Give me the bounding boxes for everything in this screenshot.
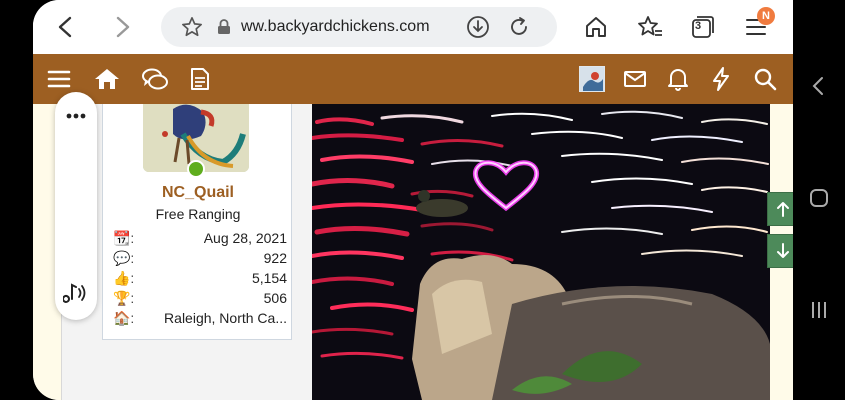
- nav-recents-icon[interactable]: [809, 300, 829, 325]
- hamburger-menu-icon[interactable]: [44, 64, 74, 94]
- bell-icon[interactable]: [663, 64, 693, 94]
- scroll-down-button[interactable]: [767, 234, 793, 268]
- envelope-icon[interactable]: [620, 64, 650, 94]
- tabs-icon[interactable]: 3: [686, 10, 720, 44]
- user-title: Free Ranging: [155, 206, 241, 222]
- favorites-icon[interactable]: [633, 10, 667, 44]
- nav-home-icon[interactable]: [809, 188, 829, 213]
- scroll-up-button[interactable]: [767, 192, 793, 226]
- lightning-icon[interactable]: [706, 64, 736, 94]
- stat-points: 🏆: 506: [113, 290, 287, 310]
- floating-tools-bar: [55, 92, 97, 320]
- nav-back-icon[interactable]: [811, 76, 825, 101]
- browser-toolbar: ww.backyardchickens.com 3 N: [33, 0, 793, 54]
- location-icon: 🏠:: [113, 310, 135, 326]
- download-icon[interactable]: [466, 15, 490, 44]
- online-status-dot: [187, 160, 205, 178]
- back-icon[interactable]: [49, 10, 83, 44]
- arrow-down-icon: [777, 243, 789, 258]
- calendar-icon: 📆:: [113, 230, 135, 246]
- stat-value: 5,154: [251, 270, 287, 286]
- avatar[interactable]: [579, 66, 605, 92]
- stat-messages: 💬: 922: [113, 250, 287, 270]
- tab-count: 3: [695, 20, 702, 32]
- notification-badge: N: [757, 7, 775, 25]
- stat-joined: 📆: Aug 28, 2021: [113, 230, 287, 250]
- username-link[interactable]: NC_Quail: [103, 184, 293, 202]
- home-icon[interactable]: [92, 64, 122, 94]
- url-text[interactable]: ww.backyardchickens.com: [241, 18, 430, 36]
- search-icon[interactable]: [750, 64, 780, 94]
- home-icon[interactable]: [579, 10, 613, 44]
- document-icon[interactable]: [185, 64, 215, 94]
- bookmark-star-icon[interactable]: [181, 16, 203, 43]
- post-container: NC_Quail Free Ranging 📆: Aug 28, 2021 💬:…: [61, 104, 793, 400]
- lock-icon: [217, 19, 231, 40]
- screen: ww.backyardchickens.com 3 N NC_Quail Fre…: [0, 0, 845, 400]
- menu-icon[interactable]: N: [739, 7, 775, 44]
- system-navigation-bar: [793, 0, 845, 400]
- trophy-icon: 🏆:: [113, 290, 135, 306]
- stat-value: Aug 28, 2021: [203, 230, 287, 246]
- stat-location: 🏠: Raleigh, North Ca...: [113, 310, 287, 330]
- user-card: NC_Quail Free Ranging 📆: Aug 28, 2021 💬:…: [102, 104, 292, 340]
- browser-window: ww.backyardchickens.com 3 N NC_Quail Fre…: [33, 0, 793, 400]
- stat-value: Raleigh, North Ca...: [164, 310, 287, 326]
- stat-reactions: 👍: 5,154: [113, 270, 287, 290]
- read-aloud-icon[interactable]: [62, 282, 91, 309]
- more-options-icon[interactable]: [66, 106, 86, 124]
- stat-value: 922: [263, 250, 287, 266]
- forward-icon[interactable]: [105, 10, 139, 44]
- stat-value: 506: [263, 290, 287, 306]
- reload-icon[interactable]: [507, 15, 531, 44]
- page-content: NC_Quail Free Ranging 📆: Aug 28, 2021 💬:…: [33, 92, 793, 400]
- reactions-icon: 👍:: [113, 270, 135, 286]
- site-navbar: [33, 54, 793, 104]
- chat-bubbles-icon[interactable]: [140, 64, 170, 94]
- address-bar[interactable]: ww.backyardchickens.com: [161, 7, 557, 47]
- post-image[interactable]: [312, 104, 770, 400]
- arrow-up-icon: [777, 202, 789, 217]
- messages-icon: 💬:: [113, 250, 135, 266]
